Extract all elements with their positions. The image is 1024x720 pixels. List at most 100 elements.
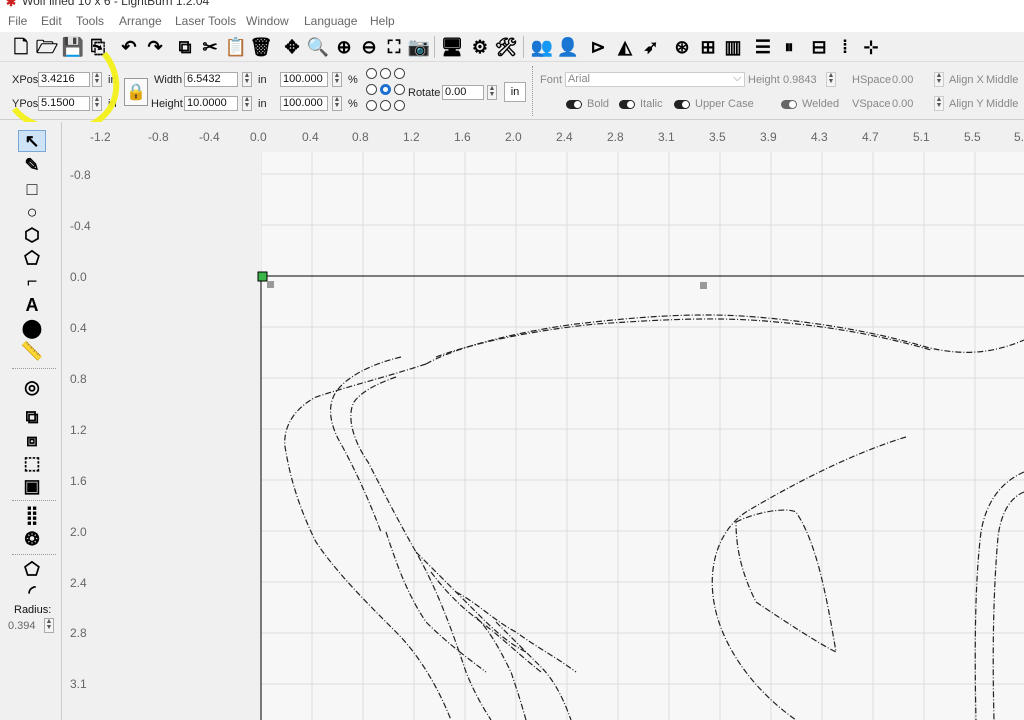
menu-language[interactable]: Language	[304, 14, 357, 28]
weld-icon[interactable]: ▣	[18, 475, 46, 497]
anchor-center[interactable]	[380, 84, 391, 95]
frame-icon[interactable]: ⌐	[18, 270, 46, 292]
menu-file[interactable]: File	[8, 14, 27, 28]
menu-window[interactable]: Window	[246, 14, 289, 28]
aligny-value[interactable]: Middle	[986, 98, 1018, 110]
boolean-subtract-icon[interactable]: ⧈	[18, 429, 46, 451]
pentagon-icon[interactable]: ⬠	[18, 247, 46, 269]
position-pin-icon[interactable]: ⬤	[18, 317, 46, 339]
align-icon[interactable]: ⊞	[697, 36, 719, 58]
lock-ratio-button[interactable]: 🔒	[124, 78, 148, 106]
anchor-middle-right[interactable]	[394, 84, 405, 95]
ruler-tick: 5.	[1014, 130, 1024, 144]
offset-icon[interactable]: ◎	[18, 376, 46, 398]
scale-height-field[interactable]: 100.000	[280, 96, 328, 111]
align-middle-icon[interactable]: ⏸	[778, 36, 800, 58]
selection-handle[interactable]	[700, 282, 707, 289]
properties-bar: XPos 3.4216 ▲ ▼ in YPos 5.1500 ▲ ▼ in 🔒 Wi…	[0, 62, 1024, 120]
circular-array-icon[interactable]: ❂	[18, 528, 46, 550]
corner-radius-icon[interactable]: ⬠	[18, 558, 46, 580]
rotate-spinner[interactable]: ▲ ▼	[487, 85, 497, 100]
mirror-icon[interactable]: ⊳	[587, 36, 609, 58]
corner-round-icon[interactable]: ◜	[18, 581, 46, 603]
text-height-value[interactable]: 0.9843	[783, 74, 817, 86]
scale-width-spinner[interactable]: ▲ ▼	[332, 72, 342, 87]
paste-icon[interactable]: 📋	[225, 36, 247, 58]
redo-icon[interactable]: ↷	[144, 36, 166, 58]
anchor-top-center[interactable]	[380, 68, 391, 79]
anchor-top-left[interactable]	[366, 68, 377, 79]
delete-icon[interactable]: 🗑	[250, 36, 273, 58]
zoom-out-icon[interactable]: ⊖	[358, 36, 380, 58]
vspace-spinner[interactable]: ▲ ▼	[934, 96, 944, 111]
align-center-icon[interactable]: ☰	[752, 36, 774, 58]
rotate-field[interactable]: 0.00	[442, 85, 484, 100]
center-icon[interactable]: ⊹	[860, 36, 882, 58]
camera-icon[interactable]: 📷	[408, 36, 430, 58]
user-icon[interactable]: 👤	[557, 36, 579, 58]
text-height-spinner[interactable]: ▲ ▼	[826, 72, 836, 87]
zoom-in-icon[interactable]: 🔍	[307, 36, 329, 58]
selection-handle[interactable]	[267, 281, 274, 288]
vspace-value[interactable]: 0.00	[892, 98, 913, 110]
anchor-top-right[interactable]	[394, 68, 405, 79]
menu-edit[interactable]: Edit	[41, 14, 62, 28]
height-spinner[interactable]: ▲ ▼	[242, 96, 252, 111]
anchor-middle-left[interactable]	[366, 84, 377, 95]
menu-tools[interactable]: Tools	[76, 14, 104, 28]
design-canvas[interactable]	[96, 152, 1024, 720]
select-arrow-icon[interactable]: ↖	[18, 130, 46, 152]
monitor-icon[interactable]: 🖥	[441, 36, 464, 58]
anchor-bottom-center[interactable]	[380, 100, 391, 111]
settings-icon[interactable]: ⚙	[469, 36, 491, 58]
target-icon[interactable]: ⊛	[671, 36, 693, 58]
boolean-intersect-icon[interactable]: ⬚	[18, 452, 46, 474]
move-icon[interactable]: ✥	[281, 36, 303, 58]
zoom-plus-icon[interactable]: ⊕	[333, 36, 355, 58]
ellipse-icon[interactable]: ○	[18, 201, 46, 223]
polygon-icon[interactable]: ⬡	[18, 224, 46, 246]
ruler-tick: 3.5	[709, 130, 726, 144]
radius-value[interactable]: 0.394	[8, 620, 36, 632]
flip-icon[interactable]: ◭	[614, 36, 636, 58]
hspace-spinner[interactable]: ▲ ▼	[934, 72, 944, 87]
scale-width-field[interactable]: 100.000	[280, 72, 328, 87]
zoom-frame-icon[interactable]: ⛶	[383, 36, 405, 58]
upper-case-toggle[interactable]	[674, 100, 690, 109]
radius-spinner[interactable]: ▲ ▼	[44, 618, 54, 633]
distribute-grid-icon[interactable]: ⁞	[834, 36, 856, 58]
cut-icon[interactable]: ✂	[199, 36, 221, 58]
width-field[interactable]: 6.5432	[184, 72, 238, 87]
text-tool-icon[interactable]: A	[18, 294, 46, 316]
menu-laser-tools[interactable]: Laser Tools	[175, 14, 236, 28]
boolean-union-icon[interactable]: ⧉	[18, 406, 46, 428]
grid-array-icon[interactable]: ⣿	[18, 504, 46, 526]
unit-toggle-button[interactable]: in	[504, 82, 526, 102]
width-spinner[interactable]: ▲ ▼	[242, 72, 252, 87]
anchor-bottom-left[interactable]	[366, 100, 377, 111]
hspace-value[interactable]: 0.00	[892, 74, 913, 86]
dock-icon[interactable]: ⊟	[808, 36, 830, 58]
undo-icon[interactable]: ↶	[118, 36, 140, 58]
welded-toggle[interactable]	[781, 100, 797, 109]
ruler-tick: 0.4	[70, 321, 87, 335]
bold-toggle[interactable]	[566, 100, 582, 109]
rectangle-icon[interactable]: □	[18, 178, 46, 200]
group-icon[interactable]: 👥	[531, 36, 553, 58]
font-select[interactable]: Arial	[565, 72, 745, 87]
scale-height-spinner[interactable]: ▲ ▼	[332, 96, 342, 111]
menu-help[interactable]: Help	[370, 14, 395, 28]
measure-icon[interactable]: 📏	[18, 340, 46, 362]
height-field[interactable]: 10.0000	[184, 96, 238, 111]
distribute-icon[interactable]: ▥	[722, 36, 744, 58]
anchor-bottom-right[interactable]	[394, 100, 405, 111]
italic-toggle[interactable]	[619, 100, 635, 109]
copy-icon[interactable]: ⧉	[174, 36, 196, 58]
ruler-tick: 4.3	[811, 130, 828, 144]
tools-icon[interactable]: 🛠	[495, 36, 518, 58]
pencil-icon[interactable]: ✎	[18, 154, 46, 176]
menu-arrange[interactable]: Arrange	[119, 14, 162, 28]
send-icon[interactable]: ➶	[640, 36, 662, 58]
chevron-down-icon[interactable]: ⌵	[733, 72, 741, 85]
alignx-value[interactable]: Middle	[986, 74, 1018, 86]
